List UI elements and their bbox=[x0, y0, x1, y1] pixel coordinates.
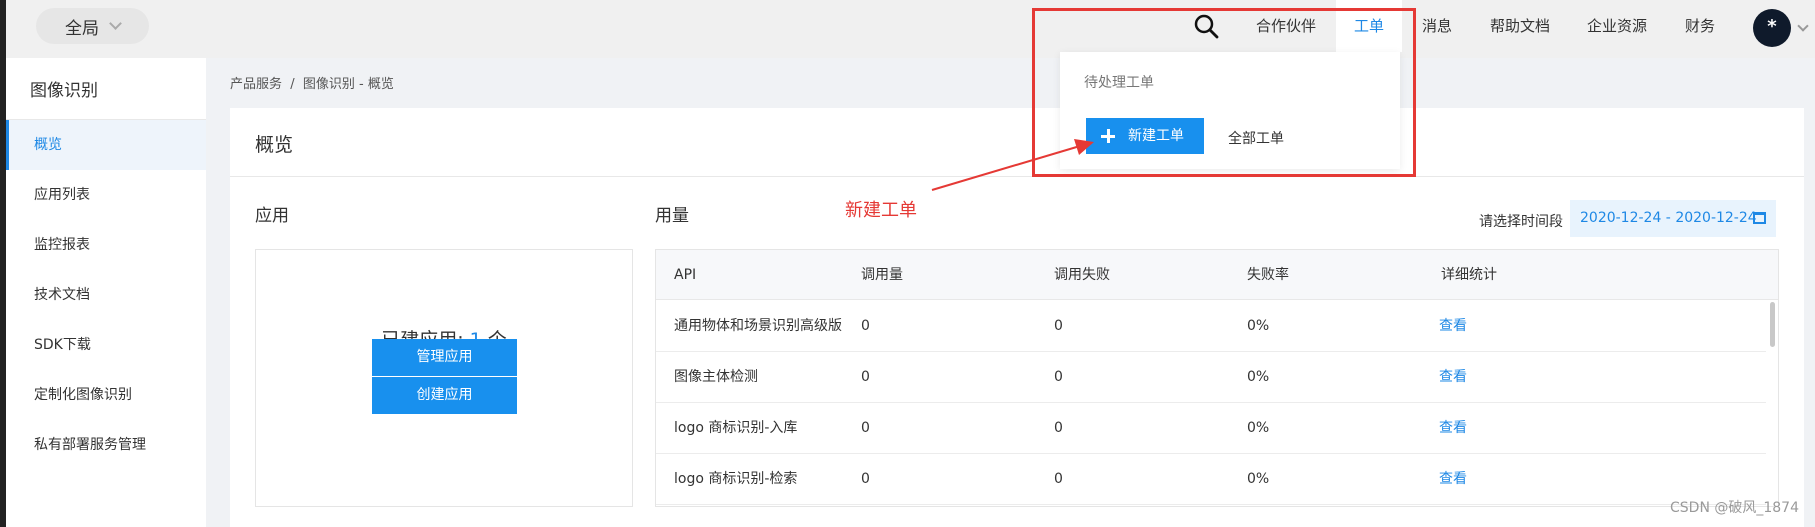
nav-enterprise-resources[interactable]: 企业资源 bbox=[1587, 0, 1647, 52]
date-range-picker[interactable]: 2020-12-24 - 2020-12-24 bbox=[1570, 200, 1776, 237]
usage-section-title: 用量 bbox=[655, 206, 689, 226]
watermark: CSDN @破风_1874 bbox=[1670, 500, 1799, 516]
nav-help-docs[interactable]: 帮助文档 bbox=[1490, 0, 1550, 52]
chevron-down-icon[interactable] bbox=[1797, 20, 1809, 32]
cell-fail-rate: 0% bbox=[1247, 471, 1270, 487]
sidebar-title: 图像识别 bbox=[30, 81, 98, 101]
cell-failures: 0 bbox=[1054, 420, 1063, 436]
view-details-link[interactable]: 查看 bbox=[1439, 352, 1467, 402]
column-header-calls: 调用量 bbox=[861, 267, 903, 283]
cell-api: logo 商标识别-入库 bbox=[674, 420, 798, 436]
sidebar-item-sdk-download[interactable]: SDK下载 bbox=[6, 320, 206, 370]
cell-failures: 0 bbox=[1054, 369, 1063, 385]
column-header-fail-rate: 失败率 bbox=[1247, 267, 1289, 283]
cell-failures: 0 bbox=[1054, 471, 1063, 487]
create-app-button[interactable]: 创建应用 bbox=[372, 377, 517, 414]
cell-calls: 0 bbox=[861, 420, 870, 436]
date-range-label: 请选择时间段 bbox=[1479, 214, 1563, 230]
annotation-label: 新建工单 bbox=[845, 200, 917, 221]
cell-fail-rate: 0% bbox=[1247, 369, 1270, 385]
page-title: 概览 bbox=[255, 134, 294, 156]
apps-section-title: 应用 bbox=[255, 206, 289, 226]
avatar[interactable]: * bbox=[1753, 9, 1791, 47]
divider bbox=[230, 176, 1804, 177]
scope-select[interactable]: 全局 bbox=[36, 8, 149, 44]
sidebar: 图像识别 概览 应用列表 监控报表 技术文档 SDK下载 定制化图像识别 私有部… bbox=[0, 58, 206, 527]
sidebar-item-custom-recognition[interactable]: 定制化图像识别 bbox=[6, 370, 206, 420]
nav-messages[interactable]: 消息 bbox=[1422, 0, 1452, 52]
content-card: 概览 应用 已建应用: 1 个 管理应用 创建应用 用量 请选择时间段 2020… bbox=[230, 108, 1804, 527]
table-row: 通用物体和场景识别高级版 0 0 0% 查看 bbox=[656, 301, 1766, 352]
top-bar: 全局 合作伙伴 工单 消息 帮助文档 企业资源 财务 * bbox=[0, 0, 1815, 58]
table-row: 图像主体检测 0 0 0% 查看 bbox=[656, 352, 1766, 403]
annotation-highlight-box bbox=[1032, 8, 1416, 177]
sidebar-item-monitoring[interactable]: 监控报表 bbox=[6, 220, 206, 270]
manage-apps-button[interactable]: 管理应用 bbox=[372, 339, 517, 376]
sidebar-item-overview[interactable]: 概览 bbox=[6, 120, 206, 170]
scope-select-label: 全局 bbox=[65, 18, 99, 39]
table-row: logo 商标识别-入库 0 0 0% 查看 bbox=[656, 403, 1766, 454]
usage-table: API 调用量 调用失败 失败率 详细统计 通用物体和场景识别高级版 0 0 0… bbox=[655, 249, 1779, 507]
cell-failures: 0 bbox=[1054, 318, 1063, 334]
table-header: API 调用量 调用失败 失败率 详细统计 bbox=[656, 250, 1778, 300]
cell-calls: 0 bbox=[861, 471, 870, 487]
sidebar-item-tech-docs[interactable]: 技术文档 bbox=[6, 270, 206, 320]
cell-fail-rate: 0% bbox=[1247, 318, 1270, 334]
column-header-api: API bbox=[674, 267, 697, 283]
calendar-icon[interactable] bbox=[1753, 212, 1766, 224]
column-header-details: 详细统计 bbox=[1441, 267, 1497, 283]
cell-api: logo 商标识别-检索 bbox=[674, 471, 798, 487]
cell-calls: 0 bbox=[861, 369, 870, 385]
chevron-down-icon bbox=[109, 17, 122, 30]
cell-api: 图像主体检测 bbox=[674, 369, 758, 385]
cell-api: 通用物体和场景识别高级版 bbox=[674, 318, 842, 334]
table-scrollbar[interactable] bbox=[1770, 302, 1775, 347]
nav-finance[interactable]: 财务 bbox=[1685, 0, 1715, 52]
view-details-link[interactable]: 查看 bbox=[1439, 301, 1467, 351]
table-row: logo 商标识别-检索 0 0 0% 查看 bbox=[656, 454, 1766, 505]
apps-panel: 已建应用: 1 个 管理应用 创建应用 bbox=[255, 249, 633, 507]
date-range-value: 2020-12-24 - 2020-12-24 bbox=[1580, 210, 1757, 226]
cell-calls: 0 bbox=[861, 318, 870, 334]
sidebar-item-private-deploy[interactable]: 私有部署服务管理 bbox=[6, 420, 206, 470]
column-header-failures: 调用失败 bbox=[1054, 267, 1110, 283]
sidebar-item-app-list[interactable]: 应用列表 bbox=[6, 170, 206, 220]
view-details-link[interactable]: 查看 bbox=[1439, 403, 1467, 453]
breadcrumb: 产品服务 / 图像识别 - 概览 bbox=[230, 77, 394, 92]
cell-fail-rate: 0% bbox=[1247, 420, 1270, 436]
view-details-link[interactable]: 查看 bbox=[1439, 454, 1467, 504]
